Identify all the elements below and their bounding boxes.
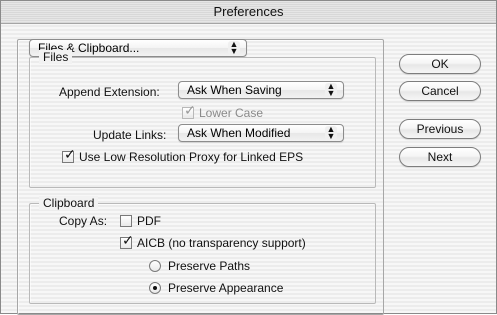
radio-dot-icon: [153, 286, 157, 290]
popup-arrows-icon: ▲ ▼: [228, 39, 240, 56]
next-button[interactable]: Next: [399, 147, 481, 167]
aicb-label: AICB (no transparency support): [137, 236, 306, 250]
update-links-select[interactable]: Ask When Modified ▲ ▼: [178, 124, 344, 142]
copy-as-label: Copy As:: [59, 214, 108, 228]
preferences-window: Preferences Files & Clipboard... ▲ ▼ File…: [0, 0, 497, 315]
ok-button[interactable]: OK: [399, 54, 481, 74]
popup-arrows-icon: ▲ ▼: [325, 124, 337, 141]
checkmark-icon: ✓: [64, 146, 76, 162]
low-res-proxy-checkbox[interactable]: ✓: [62, 147, 76, 163]
window-title: Preferences: [1, 1, 496, 24]
aicb-checkbox[interactable]: ✓: [120, 233, 134, 249]
preserve-appearance-radio[interactable]: [149, 282, 161, 294]
clipboard-group-label: Clipboard: [39, 196, 99, 210]
preserve-paths-radio[interactable]: [149, 260, 161, 272]
files-group: [29, 57, 376, 188]
files-group-label: Files: [39, 50, 73, 64]
checkmark-icon: ✓: [184, 102, 196, 118]
popup-arrows-icon: ▲ ▼: [325, 81, 337, 98]
pdf-checkbox[interactable]: [120, 215, 132, 227]
lower-case-checkbox[interactable]: ✓: [182, 103, 196, 119]
checkmark-icon: ✓: [122, 232, 134, 248]
append-extension-select[interactable]: Ask When Saving ▲ ▼: [178, 81, 344, 99]
previous-button[interactable]: Previous: [399, 119, 481, 139]
update-links-label: Update Links:: [93, 128, 167, 142]
low-res-proxy-label: Use Low Resolution Proxy for Linked EPS: [79, 150, 304, 164]
lower-case-label: Lower Case: [199, 106, 264, 120]
append-extension-label: Append Extension:: [59, 85, 160, 99]
append-extension-value: Ask When Saving: [187, 83, 282, 97]
update-links-value: Ask When Modified: [187, 126, 291, 140]
cancel-button[interactable]: Cancel: [399, 81, 481, 101]
preserve-paths-label: Preserve Paths: [168, 259, 251, 273]
pdf-label: PDF: [137, 214, 161, 228]
preserve-appearance-label: Preserve Appearance: [168, 281, 284, 295]
